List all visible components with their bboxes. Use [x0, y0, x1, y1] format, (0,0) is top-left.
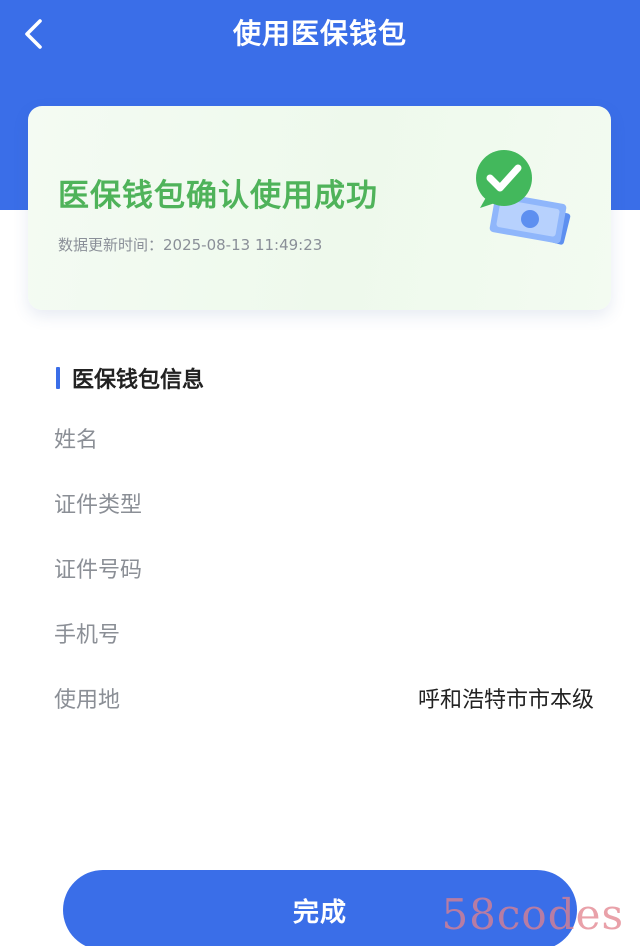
section-title: 医保钱包信息	[72, 368, 205, 393]
info-label: 证件类型	[54, 493, 143, 518]
info-label: 证件号码	[54, 558, 143, 583]
info-row-id-type: 证件类型	[54, 487, 594, 521]
navigation-bar: 使用医保钱包	[0, 0, 640, 66]
done-button-label: 完成	[292, 898, 347, 928]
info-label: 手机号	[54, 623, 121, 648]
info-label: 姓名	[54, 428, 99, 453]
success-title: 医保钱包确认使用成功	[58, 178, 378, 214]
section-accent-bar	[56, 367, 60, 389]
info-value: 呼和浩特市市本级	[417, 688, 594, 713]
check-badge-money-icon	[476, 150, 571, 245]
info-row-id-number: 证件号码	[54, 552, 594, 586]
info-row-location: 使用地 呼和浩特市市本级	[54, 682, 594, 716]
info-row-name: 姓名	[54, 422, 594, 456]
watermark: 58codes	[441, 890, 624, 939]
info-row-phone: 手机号	[54, 617, 594, 651]
success-card: 医保钱包确认使用成功 数据更新时间：2025-08-13 11:49:23	[28, 106, 611, 310]
info-label: 使用地	[54, 688, 121, 713]
page: 使用医保钱包 医保钱包确认使用成功 数据更新时间：2025-08-13 11:4…	[0, 0, 640, 946]
page-title: 使用医保钱包	[232, 17, 407, 50]
section-header: 医保钱包信息	[56, 364, 205, 393]
update-time: 数据更新时间：2025-08-13 11:49:23	[58, 236, 323, 254]
